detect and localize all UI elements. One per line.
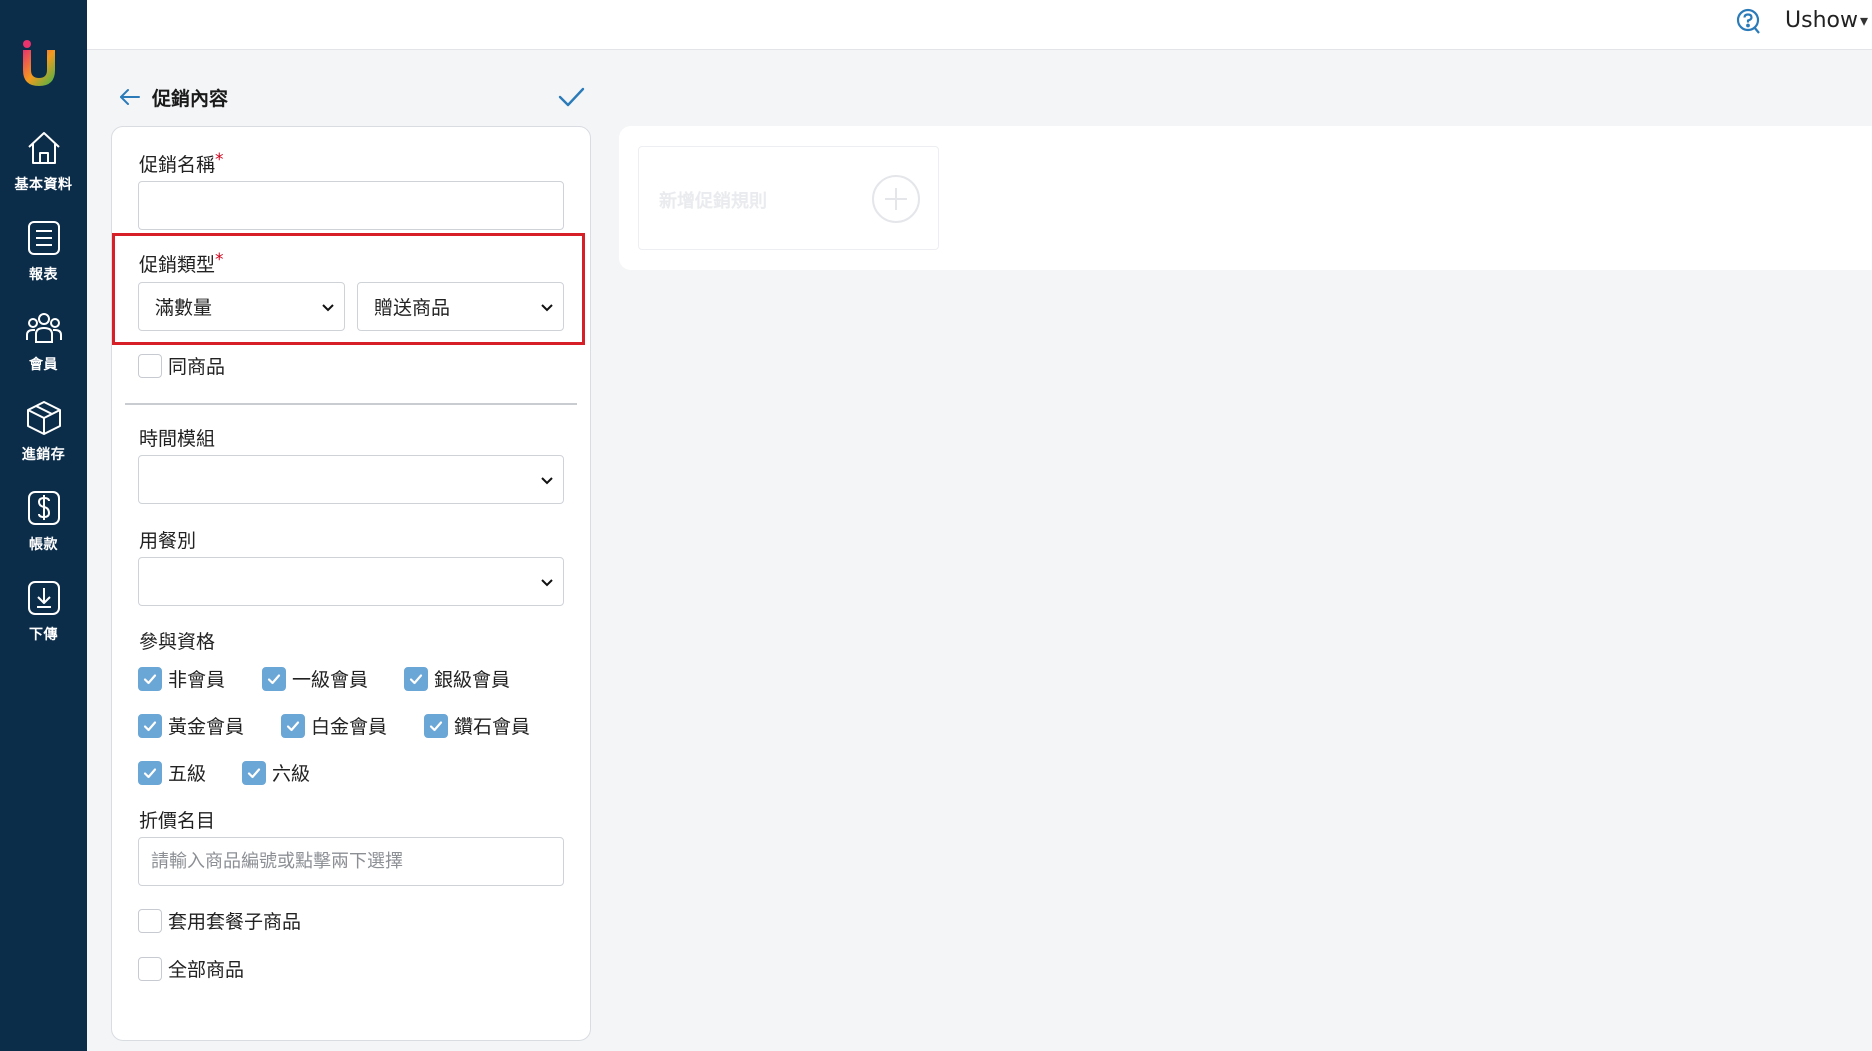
ushow-logo-icon [23, 40, 55, 86]
chevron-down-icon [541, 579, 553, 587]
eligibility-checkbox-level5[interactable]: 五級 [138, 759, 206, 786]
members-icon [25, 313, 62, 343]
dollar-icon [27, 491, 60, 525]
check-icon [143, 720, 157, 731]
sidebar-item-label: 帳款 [29, 537, 58, 553]
time-module-select[interactable] [138, 455, 564, 504]
promo-name-label: 促銷名稱* [139, 150, 224, 176]
checkbox-box [138, 353, 162, 378]
checkbox-checked [281, 713, 305, 738]
sidebar-item-download[interactable]: 下傳 [0, 578, 87, 658]
eligibility-checkbox-level6[interactable]: 六級 [242, 759, 310, 786]
sidebar-item-accounts[interactable]: 帳款 [0, 488, 87, 568]
checkbox-box [138, 956, 162, 981]
checkbox-checked [404, 666, 428, 691]
plus-circle-icon [872, 175, 920, 223]
promo-name-input[interactable] [138, 181, 564, 230]
download-icon [27, 581, 60, 615]
sidebar: 基本資料 報表 會員 進銷存 帳款 下傳 [0, 0, 87, 1051]
discount-items-input[interactable] [138, 837, 564, 886]
caret-down-icon: ▾ [1859, 11, 1868, 30]
sidebar-item-basic-info[interactable]: 基本資料 [0, 128, 87, 208]
divider [125, 403, 577, 405]
page-title: 促銷內容 [152, 88, 229, 110]
sidebar-item-inventory[interactable]: 進銷存 [0, 398, 87, 478]
user-menu[interactable]: Ushow ▾ [1785, 8, 1868, 33]
sidebar-item-label: 進銷存 [21, 447, 66, 463]
eligibility-checkbox-gold[interactable]: 黃金會員 [138, 712, 244, 739]
checkbox-checked [242, 760, 266, 785]
meal-type-label: 用餐別 [139, 530, 197, 552]
checkbox-checked [138, 666, 162, 691]
check-icon [247, 767, 261, 778]
check-icon [267, 673, 281, 684]
eligibility-checkbox-silver[interactable]: 銀級會員 [404, 665, 510, 692]
same-product-checkbox[interactable]: 同商品 [138, 352, 225, 379]
apply-combo-checkbox[interactable]: 套用套餐子商品 [138, 907, 301, 934]
help-icon[interactable] [1734, 8, 1762, 36]
promo-type-label: 促銷類型* [139, 250, 224, 276]
check-icon [143, 767, 157, 778]
checkbox-checked [424, 713, 448, 738]
time-module-label: 時間模組 [139, 428, 216, 450]
sidebar-item-reports[interactable]: 報表 [0, 218, 87, 298]
check-icon [429, 720, 443, 731]
sidebar-item-label: 下傳 [29, 627, 58, 643]
promo-subtype-select[interactable]: 贈送商品 [357, 282, 564, 331]
confirm-check-icon[interactable] [556, 82, 586, 112]
checkbox-checked [138, 760, 162, 785]
sidebar-item-label: 基本資料 [14, 177, 73, 193]
sidebar-item-members[interactable]: 會員 [0, 308, 87, 388]
user-name: Ushow [1785, 8, 1858, 33]
check-icon [409, 673, 423, 684]
eligibility-label: 參與資格 [139, 631, 216, 653]
check-icon [143, 673, 157, 684]
discount-items-label: 折價名目 [139, 810, 216, 832]
sidebar-item-label: 會員 [29, 357, 58, 373]
meal-type-select[interactable] [138, 557, 564, 606]
add-rule-button[interactable]: 新增促銷規則 [638, 146, 939, 250]
eligibility-checkbox-non-member[interactable]: 非會員 [138, 665, 225, 692]
chevron-down-icon [541, 304, 553, 312]
add-rule-label: 新增促銷規則 [659, 191, 767, 212]
back-arrow-icon[interactable] [117, 84, 143, 110]
sidebar-item-label: 報表 [29, 267, 58, 283]
chevron-down-icon [541, 477, 553, 485]
home-icon [27, 132, 60, 164]
all-products-checkbox[interactable]: 全部商品 [138, 955, 244, 982]
checkbox-box [138, 908, 162, 933]
check-icon [286, 720, 300, 731]
checkbox-checked [138, 713, 162, 738]
eligibility-checkbox-diamond[interactable]: 鑽石會員 [424, 712, 530, 739]
promo-type-select[interactable]: 滿數量 [138, 282, 345, 331]
report-icon [27, 221, 60, 255]
eligibility-checkbox-level1[interactable]: 一級會員 [262, 665, 368, 692]
box-icon [26, 401, 61, 435]
checkbox-checked [262, 666, 286, 691]
eligibility-checkbox-platinum[interactable]: 白金會員 [281, 712, 387, 739]
top-header: Ushow ▾ [87, 0, 1872, 50]
chevron-down-icon [322, 304, 334, 312]
